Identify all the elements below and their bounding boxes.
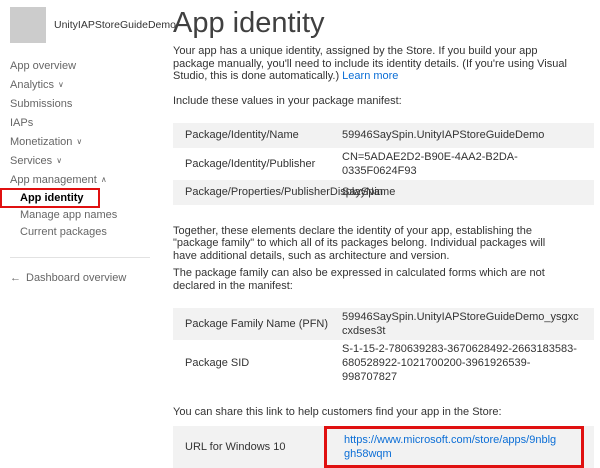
sidebar-item-analytics[interactable]: Analytics∨ [10,76,164,95]
table-row: Package/Properties/PublisherDisplayName … [173,180,594,205]
sidebar-item-services[interactable]: Services∨ [10,152,164,171]
identity-paragraph: Together, these elements declare the ide… [173,225,571,263]
table-row: Package Family Name (PFN) 59946SaySpin.U… [173,308,594,340]
row-label: Package/Identity/Name [173,129,342,141]
sidebar-divider [10,257,150,258]
app-management-sublist: App identity Manage app names Current pa… [10,190,164,241]
chevron-down-icon: ∨ [58,80,64,89]
sidebar-item-manage-app-names[interactable]: Manage app names [10,207,164,224]
sidebar-item-monetization[interactable]: Monetization∨ [10,133,164,152]
sidebar-item-submissions[interactable]: Submissions [10,95,164,114]
chevron-up-icon: ∧ [101,175,107,184]
manifest-table: Package/Identity/Name 59946SaySpin.Unity… [173,123,594,205]
table-row: Package/Identity/Publisher CN=5ADAE2D2-B… [173,148,594,180]
row-value: CN=5ADAE2D2-B90E-4AA2-B2DA-0335F0624F93 [342,150,594,178]
chevron-down-icon: ∨ [56,156,62,165]
main-content: App identity Your app has a unique ident… [173,0,594,468]
app-icon [10,7,46,43]
chevron-down-icon: ∨ [76,137,82,146]
sidebar-item-app-management[interactable]: App management∧ [10,171,164,190]
row-label: Package/Properties/PublisherDisplayName [173,186,342,198]
sidebar-item-app-identity[interactable]: App identity [10,190,164,207]
row-label: Package Family Name (PFN) [173,318,342,330]
store-url-table: URL for Windows 10 https://www.microsoft… [173,426,594,468]
sidebar-item-iaps[interactable]: IAPs [10,114,164,133]
row-value: 59946SaySpin.UnityIAPStoreGuideDemo_ysgx… [342,310,594,338]
table-row: Package/Identity/Name 59946SaySpin.Unity… [173,123,594,148]
share-caption: You can share this link to help customer… [173,406,594,418]
table-row: Package SID S-1-15-2-780639283-367062849… [173,340,594,386]
row-value: https://www.microsoft.com/store/apps/9nb… [342,428,594,466]
page-title: App identity [173,6,594,40]
row-label: Package/Identity/Publisher [173,158,342,170]
row-value: 59946SaySpin.UnityIAPStoreGuideDemo [342,128,594,142]
app-header: UnityIAPStoreGuideDemo [10,7,164,43]
intro-paragraph: Your app has a unique identity, assigned… [173,45,571,83]
row-label: URL for Windows 10 [173,441,342,453]
learn-more-link[interactable]: Learn more [342,70,398,82]
sidebar-item-current-packages[interactable]: Current packages [10,224,164,241]
row-value: S-1-15-2-780639283-3670628492-2663183583… [342,342,594,384]
sidebar-item-app-overview[interactable]: App overview [10,57,164,76]
store-url-link[interactable]: https://www.microsoft.com/store/apps/9nb… [344,434,556,460]
table-row: URL for Windows 10 https://www.microsoft… [173,426,594,468]
row-value: SaySpin [342,185,594,199]
sidebar-item-dashboard-overview[interactable]: ←Dashboard overview [10,272,164,284]
calculated-table: Package Family Name (PFN) 59946SaySpin.U… [173,308,594,386]
manifest-caption: Include these values in your package man… [173,95,594,107]
sidebar-nav: App overview Analytics∨ Submissions IAPs… [10,57,164,190]
calculated-forms-paragraph: The package family can also be expressed… [173,267,571,292]
annotation-highlight-box: https://www.microsoft.com/store/apps/9nb… [324,426,584,468]
app-title: UnityIAPStoreGuideDemo [54,19,176,31]
row-label: Package SID [173,357,342,369]
back-arrow-icon: ← [10,272,21,284]
sidebar: UnityIAPStoreGuideDemo App overview Anal… [0,0,164,433]
